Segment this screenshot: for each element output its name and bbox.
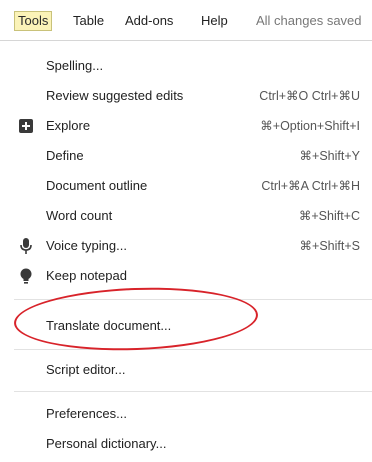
menu-item-keep-notepad[interactable]: Keep notepad bbox=[0, 261, 372, 291]
menu-item-label: Personal dictionary... bbox=[46, 436, 167, 451]
menu-item-shortcut: Ctrl+⌘A Ctrl+⌘H bbox=[261, 179, 360, 193]
help-menu[interactable]: Help bbox=[201, 12, 228, 30]
menu-item-shortcut: ⌘+Shift+Y bbox=[299, 149, 360, 163]
menu-item-shortcut: ⌘+Option+Shift+I bbox=[260, 119, 360, 133]
menu-item-script-editor[interactable]: Script editor... bbox=[0, 355, 372, 385]
menu-bar: Tools Table Add-ons Help All changes sav… bbox=[0, 0, 372, 40]
menu-item-label: Define bbox=[46, 148, 84, 163]
menu-item-label: Word count bbox=[46, 208, 113, 223]
menu-item-voice-typing[interactable]: Voice typing... ⌘+Shift+S bbox=[0, 231, 372, 261]
menu-item-label: Keep notepad bbox=[46, 268, 127, 283]
microphone-icon bbox=[18, 237, 34, 255]
menu-item-shortcut: ⌘+Shift+S bbox=[299, 239, 360, 253]
menu-item-label: Translate document... bbox=[46, 318, 172, 333]
lightbulb-icon bbox=[18, 267, 34, 285]
menu-item-label: Script editor... bbox=[46, 362, 126, 377]
tools-menu[interactable]: Tools bbox=[14, 11, 53, 31]
menu-separator bbox=[14, 349, 372, 350]
addons-menu[interactable]: Add-ons bbox=[125, 12, 173, 30]
table-menu[interactable]: Table bbox=[73, 12, 104, 30]
menu-item-document-outline[interactable]: Document outline Ctrl+⌘A Ctrl+⌘H bbox=[0, 171, 372, 201]
menu-item-personal-dictionary[interactable]: Personal dictionary... bbox=[0, 429, 372, 459]
save-status: All changes saved bbox=[256, 13, 362, 28]
menu-item-label: Document outline bbox=[46, 178, 148, 193]
tools-dropdown-menu: Spelling... Review suggested edits Ctrl+… bbox=[0, 40, 372, 462]
menu-separator bbox=[14, 391, 372, 392]
menu-item-spelling[interactable]: Spelling... bbox=[0, 51, 372, 81]
menu-item-translate-document[interactable]: Translate document... bbox=[0, 311, 372, 341]
menu-item-label: Explore bbox=[46, 118, 91, 133]
menu-item-review-suggested-edits[interactable]: Review suggested edits Ctrl+⌘O Ctrl+⌘U bbox=[0, 81, 372, 111]
menu-item-label: Spelling... bbox=[46, 58, 104, 73]
menu-item-shortcut: Ctrl+⌘O Ctrl+⌘U bbox=[259, 89, 360, 103]
explore-icon bbox=[18, 117, 34, 135]
menu-item-label: Review suggested edits bbox=[46, 88, 184, 103]
menu-item-define[interactable]: Define ⌘+Shift+Y bbox=[0, 141, 372, 171]
menu-item-label: Voice typing... bbox=[46, 238, 127, 253]
menu-item-shortcut: ⌘+Shift+C bbox=[298, 209, 360, 223]
menu-separator bbox=[14, 299, 372, 300]
menu-item-word-count[interactable]: Word count ⌘+Shift+C bbox=[0, 201, 372, 231]
menu-item-label: Preferences... bbox=[46, 406, 127, 421]
menu-item-preferences[interactable]: Preferences... bbox=[0, 399, 372, 429]
menu-item-explore[interactable]: Explore ⌘+Option+Shift+I bbox=[0, 111, 372, 141]
